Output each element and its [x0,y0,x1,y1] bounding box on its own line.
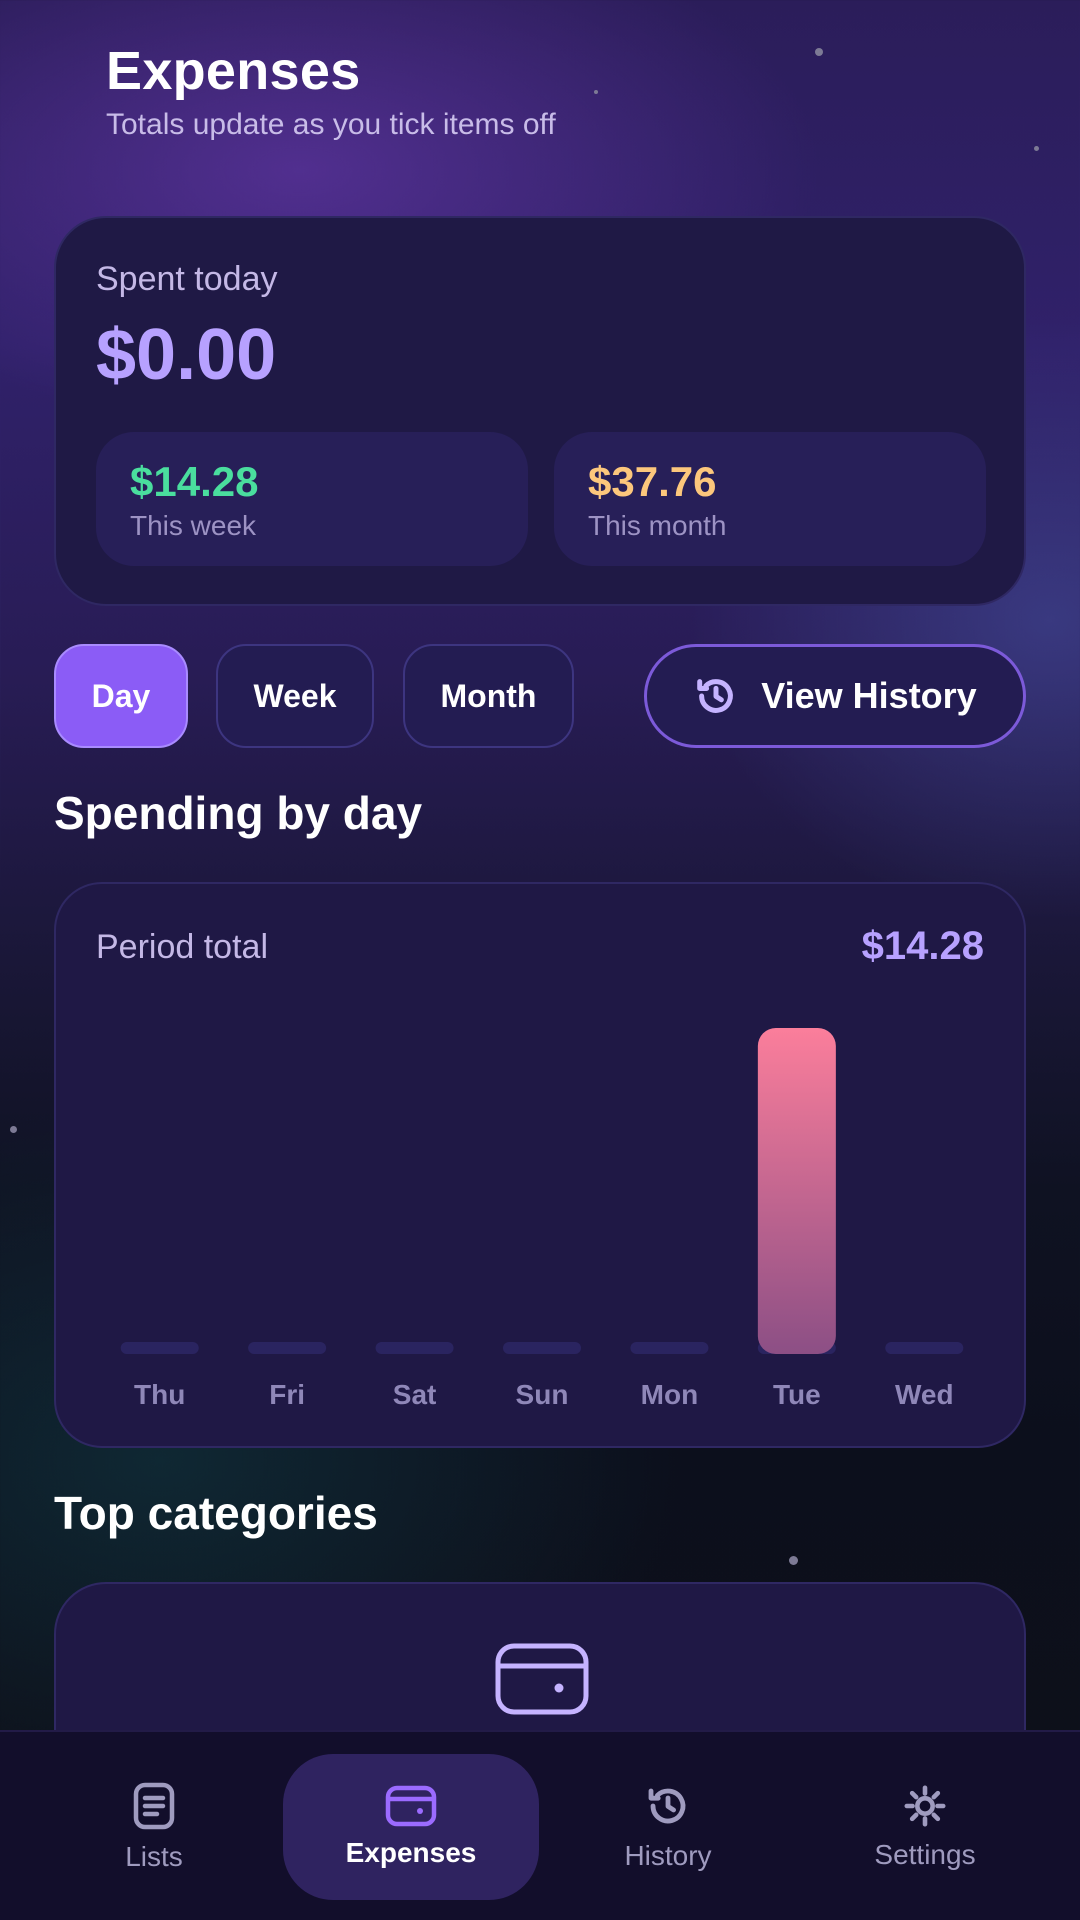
chart-category-label: Sun [516,1379,569,1410]
background-star [10,1126,17,1133]
chart-category-label: Sat [393,1379,437,1410]
nav-item-settings[interactable]: Settings [797,1754,1053,1900]
page-title: Expenses [106,41,361,101]
week-total-label: This week [130,510,257,541]
chart-category-label: Fri [269,1379,305,1410]
wallet-icon [385,1785,437,1827]
month-total-label: This month [588,510,727,541]
chart-category-label: Thu [134,1379,185,1410]
spent-today-value: $0.00 [96,315,277,395]
week-total-value: $14.28 [130,458,259,505]
background-star [1034,146,1039,151]
history-icon [697,679,734,713]
tab-day[interactable]: Day [54,644,188,748]
history-icon [648,1788,686,1824]
month-total-card: $37.76 This month [554,432,986,566]
nav-label-expenses: Expenses [345,1837,477,1868]
spent-today-label: Spent today [96,260,278,298]
week-total-card: $14.28 This week [96,432,528,566]
nav-item-lists[interactable]: Lists [26,1754,282,1900]
chart-category-label: Tue [773,1379,821,1410]
chart-category-label: Wed [895,1379,954,1410]
nav-label-settings: Settings [874,1839,976,1870]
spending-section-title: Spending by day [54,787,423,839]
gear-icon [904,1785,946,1827]
chart-bar-track [630,1342,709,1354]
categories-section-title: Top categories [54,1487,378,1539]
page-header: Expenses Totals update as you tick items… [106,40,556,142]
view-history-button[interactable]: View History [644,644,1026,748]
nav-item-history[interactable]: History [540,1754,796,1900]
chart-bar [757,1028,836,1354]
tab-month[interactable]: Month [403,644,574,748]
wallet-icon [495,1643,589,1715]
view-history-label: View History [761,675,977,716]
chart-bar-track [885,1342,964,1354]
nav-label-history: History [624,1840,712,1871]
chart-bar-track [248,1342,327,1354]
bottom-nav: Lists Expenses History Settings [0,1730,1080,1920]
month-total-value: $37.76 [588,458,717,505]
list-icon [133,1782,175,1830]
chart-category-label: Mon [641,1379,699,1410]
spending-chart-card: Period total $14.28 Thu Fri Sat Sun Mon Tue We… [54,882,1026,1448]
chart-bar-track [503,1342,581,1354]
tab-week[interactable]: Week [216,644,374,748]
page-subtitle: Totals update as you tick items off [106,108,556,141]
nav-item-expenses[interactable]: Expenses [283,1754,539,1900]
background-star [815,48,823,56]
background-star [594,90,598,94]
chart-bar-track [120,1342,199,1354]
summary-card: Spent today $0.00 $14.28 This week $37.7… [54,216,1026,606]
chart-bar-track [375,1342,454,1354]
background-star [789,1556,798,1565]
spending-bar-chart: Thu Fri Sat Sun Mon Tue Wed [120,1028,964,1410]
nav-label-lists: Lists [125,1841,183,1872]
